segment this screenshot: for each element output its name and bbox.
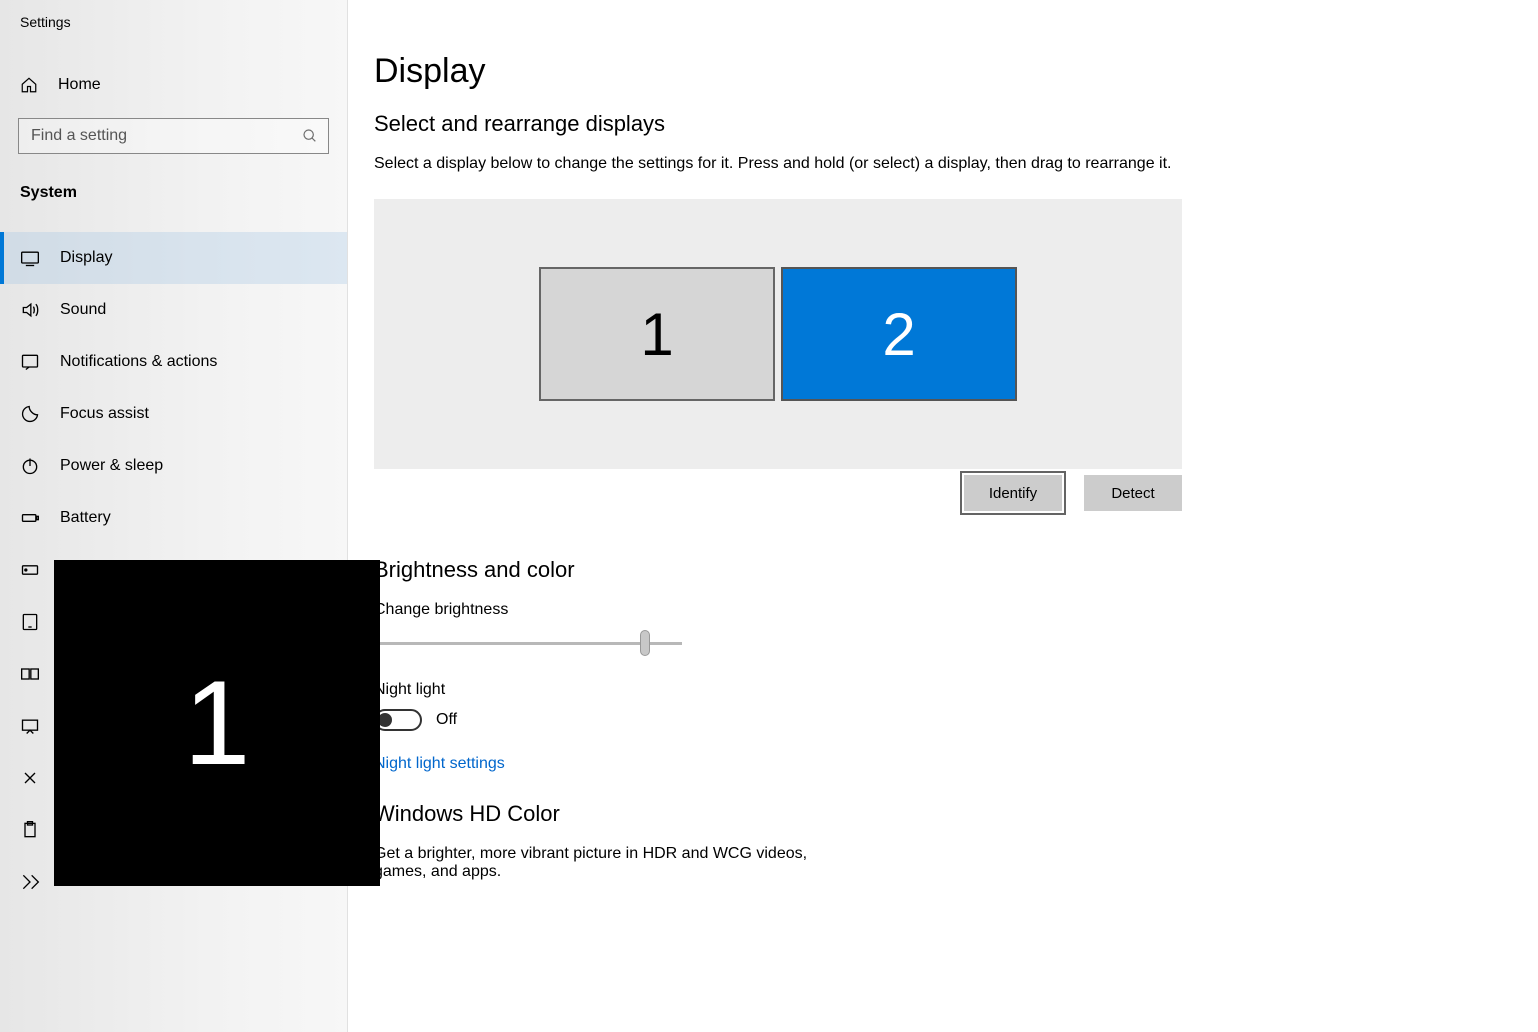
identify-button[interactable]: Identify	[964, 475, 1062, 511]
search-input[interactable]	[29, 126, 302, 146]
projecting-icon	[20, 716, 40, 736]
main-content: Display Select and rearrange displays Se…	[348, 0, 1538, 1032]
change-brightness-label: Change brightness	[374, 601, 1538, 619]
monitor-number: 1	[640, 300, 673, 369]
brightness-title: Brightness and color	[374, 557, 1538, 583]
search-input-container[interactable]	[18, 118, 329, 154]
monitor-2[interactable]: 2	[781, 267, 1017, 401]
display-icon	[20, 248, 40, 268]
notifications-icon	[20, 352, 40, 372]
sidebar-item-notifications[interactable]: Notifications & actions	[0, 336, 347, 388]
hdr-title: Windows HD Color	[374, 801, 1538, 827]
detect-button[interactable]: Detect	[1084, 475, 1182, 511]
window-title: Settings	[0, 0, 347, 30]
sidebar-item-label: Sound	[60, 301, 106, 319]
home-icon	[20, 76, 38, 94]
remote-icon	[20, 872, 40, 892]
power-icon	[20, 456, 40, 476]
night-light-toggle[interactable]	[374, 709, 422, 731]
home-button[interactable]: Home	[0, 66, 347, 104]
sidebar-item-sound[interactable]: Sound	[0, 284, 347, 336]
sidebar-item-power-sleep[interactable]: Power & sleep	[0, 440, 347, 492]
arrange-description: Select a display below to change the set…	[374, 155, 1194, 173]
arrange-title: Select and rearrange displays	[374, 111, 1538, 137]
identify-overlay: 1	[54, 560, 380, 886]
page-title: Display	[374, 52, 1538, 91]
monitor-1[interactable]: 1	[539, 267, 775, 401]
sidebar-item-display[interactable]: Display	[0, 232, 347, 284]
sidebar-section-label: System	[0, 184, 347, 202]
monitor-number: 2	[882, 300, 915, 369]
sound-icon	[20, 300, 40, 320]
night-light-settings-link[interactable]: Night light settings	[374, 755, 505, 773]
brightness-slider-thumb[interactable]	[640, 630, 650, 656]
sidebar-item-label: Focus assist	[60, 405, 149, 423]
hdr-description: Get a brighter, more vibrant picture in …	[374, 845, 814, 881]
display-arranger: 1 2	[374, 199, 1182, 469]
focus-assist-icon	[20, 404, 40, 424]
clipboard-icon	[20, 820, 40, 840]
toggle-knob	[378, 713, 392, 727]
sidebar-item-label: Notifications & actions	[60, 353, 217, 371]
search-icon	[302, 128, 318, 144]
brightness-slider[interactable]	[374, 629, 682, 657]
battery-icon	[20, 508, 40, 528]
storage-icon	[20, 560, 40, 580]
sidebar-item-focus-assist[interactable]: Focus assist	[0, 388, 347, 440]
shared-icon	[20, 768, 40, 788]
night-light-state: Off	[436, 711, 457, 729]
sidebar-item-label: Battery	[60, 509, 111, 527]
home-label: Home	[58, 76, 101, 94]
identify-overlay-number: 1	[184, 654, 251, 792]
sidebar-item-battery[interactable]: Battery	[0, 492, 347, 544]
night-light-label: Night light	[374, 681, 1538, 699]
sidebar-item-label: Power & sleep	[60, 457, 163, 475]
multitasking-icon	[20, 664, 40, 684]
tablet-icon	[20, 612, 40, 632]
sidebar-item-label: Display	[60, 249, 112, 267]
